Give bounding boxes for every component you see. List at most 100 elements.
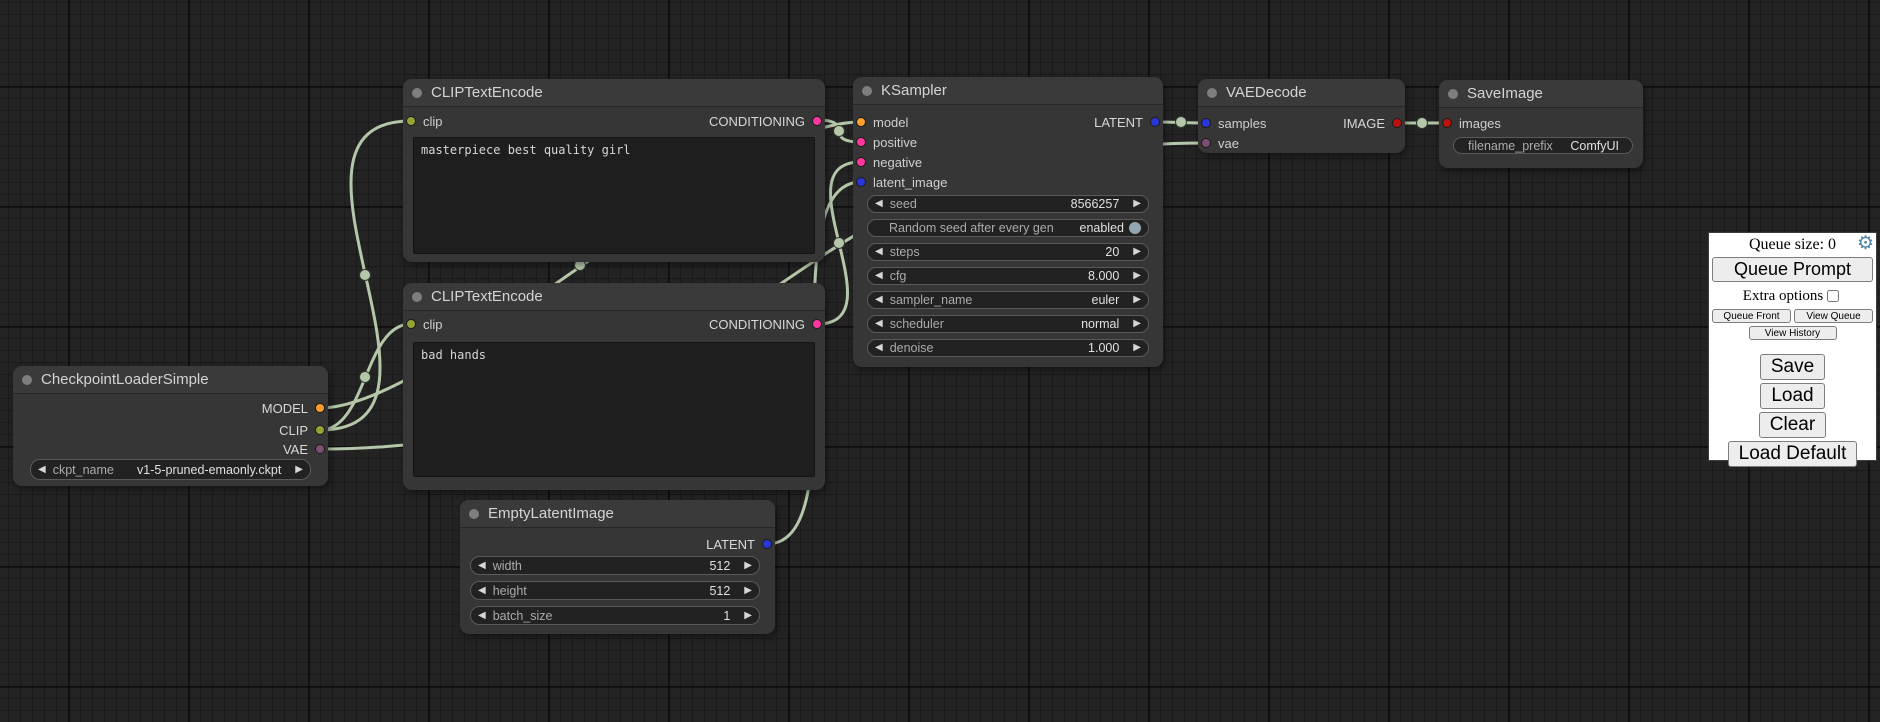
vae-input-port[interactable]: [1201, 138, 1211, 148]
decrement-arrow-icon[interactable]: ◀: [478, 561, 486, 571]
collapse-dot-icon[interactable]: [1448, 89, 1458, 99]
widget-width[interactable]: ◀ width 512 ▶: [470, 556, 760, 575]
increment-arrow-icon[interactable]: ▶: [744, 561, 752, 571]
collapse-dot-icon[interactable]: [469, 509, 479, 519]
widget-steps[interactable]: ◀ steps 20 ▶: [867, 243, 1149, 261]
increment-arrow-icon[interactable]: ▶: [1133, 319, 1141, 329]
link-midpoint-dot: [834, 126, 845, 137]
node-ksampler[interactable]: KSampler model positive negative latent_…: [853, 77, 1163, 367]
widget-denoise[interactable]: ◀ denoise 1.000 ▶: [867, 339, 1149, 357]
extra-options-checkbox[interactable]: [1827, 290, 1839, 302]
decrement-arrow-icon[interactable]: ◀: [478, 611, 486, 621]
decrement-arrow-icon[interactable]: ◀: [478, 586, 486, 596]
decrement-arrow-icon[interactable]: ◀: [875, 271, 883, 281]
latent-output-port[interactable]: [1150, 117, 1160, 127]
negative-input-port[interactable]: [856, 157, 866, 167]
widget-label: batch_size: [493, 609, 553, 623]
view-queue-button[interactable]: View Queue: [1794, 309, 1873, 323]
increment-arrow-icon[interactable]: ▶: [744, 611, 752, 621]
increment-arrow-icon[interactable]: ▶: [1133, 247, 1141, 257]
input-slot-model: model: [856, 114, 908, 130]
toggle-enabled-icon[interactable]: [1129, 222, 1141, 234]
image-output-port[interactable]: [1392, 118, 1402, 128]
node-clip-text-encode-negative[interactable]: CLIPTextEncode clip CONDITIONING bad han…: [403, 283, 825, 490]
node-clip-text-encode-positive[interactable]: CLIPTextEncode clip CONDITIONING masterp…: [403, 79, 825, 262]
decrement-arrow-icon[interactable]: ◀: [875, 247, 883, 257]
increment-arrow-icon[interactable]: ▶: [744, 586, 752, 596]
increment-arrow-icon[interactable]: ▶: [1133, 199, 1141, 209]
slot-label: IMAGE: [1343, 116, 1385, 131]
images-input-port[interactable]: [1442, 118, 1452, 128]
widget-ckpt-name[interactable]: ◀ ckpt_name v1-5-pruned-emaonly.ckpt ▶: [30, 459, 311, 480]
increment-arrow-icon[interactable]: ▶: [1133, 343, 1141, 353]
node-titlebar[interactable]: EmptyLatentImage: [460, 500, 775, 528]
slot-label: LATENT: [706, 537, 755, 552]
save-button[interactable]: Save: [1760, 354, 1825, 380]
positive-input-port[interactable]: [856, 137, 866, 147]
widget-random-seed-toggle[interactable]: Random seed after every gen enabled: [867, 219, 1149, 237]
clear-button[interactable]: Clear: [1759, 412, 1826, 438]
decrement-arrow-icon[interactable]: ◀: [875, 295, 883, 305]
node-titlebar[interactable]: VAEDecode: [1198, 79, 1405, 107]
node-titlebar[interactable]: SaveImage: [1439, 80, 1643, 108]
negative-prompt-textarea[interactable]: bad hands: [413, 342, 815, 477]
slot-label: CLIP: [279, 423, 308, 438]
conditioning-output-port[interactable]: [812, 116, 822, 126]
positive-prompt-textarea[interactable]: masterpiece best quality girl: [413, 137, 815, 254]
node-titlebar[interactable]: CLIPTextEncode: [403, 283, 825, 311]
node-save-image[interactable]: SaveImage images filename_prefix ComfyUI: [1439, 80, 1643, 168]
widget-sampler-name[interactable]: ◀ sampler_name euler ▶: [867, 291, 1149, 309]
queue-front-button[interactable]: Queue Front: [1712, 309, 1791, 323]
collapse-dot-icon[interactable]: [412, 292, 422, 302]
widget-filename-prefix[interactable]: filename_prefix ComfyUI: [1453, 137, 1633, 154]
widget-value: enabled: [1054, 221, 1129, 235]
node-titlebar[interactable]: CLIPTextEncode: [403, 79, 825, 107]
output-slot-conditioning: CONDITIONING: [709, 316, 822, 332]
comfyui-canvas[interactable]: { "colors": { "wire": "#b4c7a9", "port_m…: [0, 0, 1880, 722]
view-history-button[interactable]: View History: [1749, 326, 1837, 340]
latent-output-port[interactable]: [762, 539, 772, 549]
decrement-arrow-icon[interactable]: ◀: [875, 319, 883, 329]
load-default-button[interactable]: Load Default: [1728, 441, 1858, 467]
node-vae-decode[interactable]: VAEDecode samples vae IMAGE: [1198, 79, 1405, 153]
decrement-arrow-icon[interactable]: ◀: [875, 343, 883, 353]
decrement-arrow-icon[interactable]: ◀: [38, 465, 46, 475]
clip-input-port[interactable]: [406, 319, 416, 329]
collapse-dot-icon[interactable]: [22, 375, 32, 385]
widget-scheduler[interactable]: ◀ scheduler normal ▶: [867, 315, 1149, 333]
vae-output-port[interactable]: [315, 444, 325, 454]
widget-value: 8.000: [906, 269, 1133, 283]
widget-seed[interactable]: ◀ seed 8566257 ▶: [867, 195, 1149, 213]
settings-gear-icon[interactable]: ⚙: [1857, 233, 1874, 256]
load-button[interactable]: Load: [1760, 383, 1824, 409]
increment-arrow-icon[interactable]: ▶: [1133, 271, 1141, 281]
node-titlebar[interactable]: CheckpointLoaderSimple: [13, 366, 328, 394]
widget-batch-size[interactable]: ◀ batch_size 1 ▶: [470, 606, 760, 625]
widget-height[interactable]: ◀ height 512 ▶: [470, 581, 760, 600]
model-output-port[interactable]: [315, 403, 325, 413]
increment-arrow-icon[interactable]: ▶: [1133, 295, 1141, 305]
clip-input-port[interactable]: [406, 116, 416, 126]
input-slot-latent-image: latent_image: [856, 174, 947, 190]
decrement-arrow-icon[interactable]: ◀: [875, 199, 883, 209]
latent-image-input-port[interactable]: [856, 177, 866, 187]
node-titlebar[interactable]: KSampler: [853, 77, 1163, 105]
samples-input-port[interactable]: [1201, 118, 1211, 128]
node-empty-latent-image[interactable]: EmptyLatentImage LATENT ◀ width 512 ▶ ◀ …: [460, 500, 775, 634]
clip-output-port[interactable]: [315, 425, 325, 435]
model-input-port[interactable]: [856, 117, 866, 127]
increment-arrow-icon[interactable]: ▶: [295, 465, 303, 475]
collapse-dot-icon[interactable]: [862, 86, 872, 96]
node-title: EmptyLatentImage: [488, 505, 614, 522]
queue-prompt-button[interactable]: Queue Prompt: [1712, 257, 1873, 282]
collapse-dot-icon[interactable]: [412, 88, 422, 98]
conditioning-output-port[interactable]: [812, 319, 822, 329]
slot-label: MODEL: [262, 401, 308, 416]
widget-cfg[interactable]: ◀ cfg 8.000 ▶: [867, 267, 1149, 285]
collapse-dot-icon[interactable]: [1207, 88, 1217, 98]
node-title: SaveImage: [1467, 85, 1543, 102]
widget-label: scheduler: [890, 317, 944, 331]
node-checkpoint-loader[interactable]: CheckpointLoaderSimple MODEL CLIP VAE ◀ …: [13, 366, 328, 486]
slot-label: vae: [1218, 136, 1239, 151]
slot-label: clip: [423, 317, 443, 332]
